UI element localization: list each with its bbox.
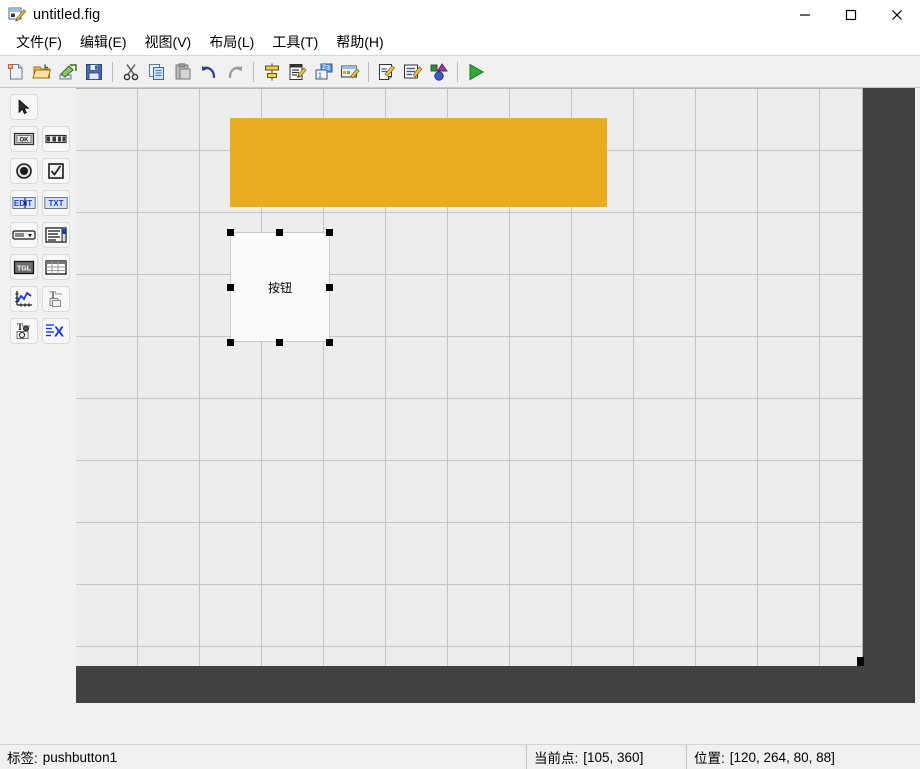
svg-text:X: X [54,324,64,341]
menu-edit[interactable]: 编辑(E) [71,32,136,54]
export-icon[interactable] [56,60,80,84]
palette-row: TGL [0,254,76,280]
toolbar-editor-icon[interactable] [338,60,362,84]
palette-row [0,94,76,120]
object-browser-icon[interactable] [427,60,451,84]
status-tag-cell: 标签: pushbutton1 [0,745,527,769]
palette-row [0,158,76,184]
save-icon[interactable] [82,60,106,84]
palette-row [0,222,76,248]
toggle-button-tool-label: TGL [17,265,32,272]
table-tool[interactable] [42,254,70,280]
panel-tool[interactable]: T [42,286,70,312]
status-bar: 标签: pushbutton1 当前点: [105, 360] 位置: [120… [0,744,920,769]
toolbar: 1 3 2 [0,56,920,88]
guide-figure-icon [8,6,27,24]
status-position-cell: 位置: [120, 264, 80, 88] [687,745,920,769]
selection-handle-ne[interactable] [326,229,333,236]
radio-button-tool[interactable] [10,158,38,184]
component-palette: OK EDIT TXT TGL T T X [0,88,76,744]
minimize-button[interactable] [782,0,828,30]
toolbar-separator [368,61,369,82]
palette-row: OK [0,126,76,152]
popup-menu-tool[interactable] [10,222,38,248]
svg-text:T: T [17,322,23,332]
run-figure-icon[interactable] [464,60,488,84]
cut-icon[interactable] [119,60,143,84]
copy-icon[interactable] [145,60,169,84]
undo-icon[interactable] [197,60,221,84]
selection-handle-e[interactable] [326,284,333,291]
status-current-point-value: [105, 360] [583,749,644,765]
status-current-point-label: 当前点: [534,751,579,766]
svg-text:2: 2 [322,64,326,71]
menu-bar: 文件(F) 编辑(E) 视图(V) 布局(L) 工具(T) 帮助(H) [0,30,920,56]
checkbox-tool[interactable] [42,158,70,184]
status-current-point-cell: 当前点: [105, 360] [527,745,687,769]
palette-row: EDIT TXT [0,190,76,216]
menu-view[interactable]: 视图(V) [136,32,201,54]
edit-text-tool[interactable]: EDIT [10,190,38,216]
tab-order-editor-icon[interactable]: 1 3 2 [312,60,336,84]
status-position-value: [120, 264, 80, 88] [729,749,835,765]
select-arrow-tool[interactable] [10,94,38,120]
open-file-icon[interactable] [30,60,54,84]
status-position-label: 位置: [694,751,725,766]
menu-help[interactable]: 帮助(H) [327,32,392,54]
figure-canvas[interactable]: 按钮 [76,88,863,666]
toolbar-separator [457,61,458,82]
edit-text-tool-label: EDIT [14,199,32,208]
selection-handle-nw[interactable] [227,229,234,236]
close-button[interactable] [874,0,920,30]
window-title: untitled.fig [33,7,101,23]
selection-handle-s[interactable] [276,339,283,346]
window-controls [782,0,920,30]
selection-handle-se[interactable] [326,339,333,346]
toggle-button-tool[interactable]: TGL [10,254,38,280]
new-file-icon[interactable] [4,60,28,84]
guide-layout-editor-window: untitled.fig 文件(F) 编辑(E) 视图(V) 布局(L) 工具(… [0,0,920,769]
menu-tools[interactable]: 工具(T) [263,32,327,54]
maximize-button[interactable] [828,0,874,30]
toolbar-separator [112,61,113,82]
property-inspector-icon[interactable] [401,60,425,84]
menu-file[interactable]: 文件(F) [7,32,71,54]
align-objects-icon[interactable] [260,60,284,84]
push-button-tool-label: OK [20,137,30,143]
title-bar: untitled.fig [0,0,920,30]
menu-layout[interactable]: 布局(L) [200,32,263,54]
button-group-tool[interactable]: T [10,318,38,344]
selection-handle-sw[interactable] [227,339,234,346]
figure-resize-handle[interactable] [857,657,864,666]
selection-handle-w[interactable] [227,284,234,291]
palette-row: T [0,286,76,312]
static-text-tool[interactable]: TXT [42,190,70,216]
layout-canvas-area[interactable]: 按钮 [76,88,920,744]
svg-text:1: 1 [318,72,322,79]
menu-editor-icon[interactable] [286,60,310,84]
pushbutton1-label: 按钮 [267,280,292,295]
listbox-tool[interactable] [42,222,70,248]
paste-icon[interactable] [171,60,195,84]
toolbar-separator [253,61,254,82]
activex-control-tool[interactable]: X [42,318,70,344]
status-tag-label: 标签: [7,751,38,766]
editor-body: OK EDIT TXT TGL T T X 按钮 [0,88,920,744]
selection-handle-n[interactable] [276,229,283,236]
pushbutton1[interactable]: 按钮 [230,232,330,342]
orange-panel[interactable] [230,118,607,207]
svg-text:3: 3 [326,65,330,72]
redo-icon[interactable] [223,60,247,84]
palette-row: T X [0,318,76,344]
m-file-editor-icon[interactable] [375,60,399,84]
static-text-tool-label: TXT [48,199,63,208]
push-button-tool[interactable]: OK [10,126,38,152]
status-tag-value: pushbutton1 [42,749,118,765]
axes-tool[interactable] [10,286,38,312]
figure-outer-background: 按钮 [76,88,915,703]
slider-tool[interactable] [42,126,70,152]
